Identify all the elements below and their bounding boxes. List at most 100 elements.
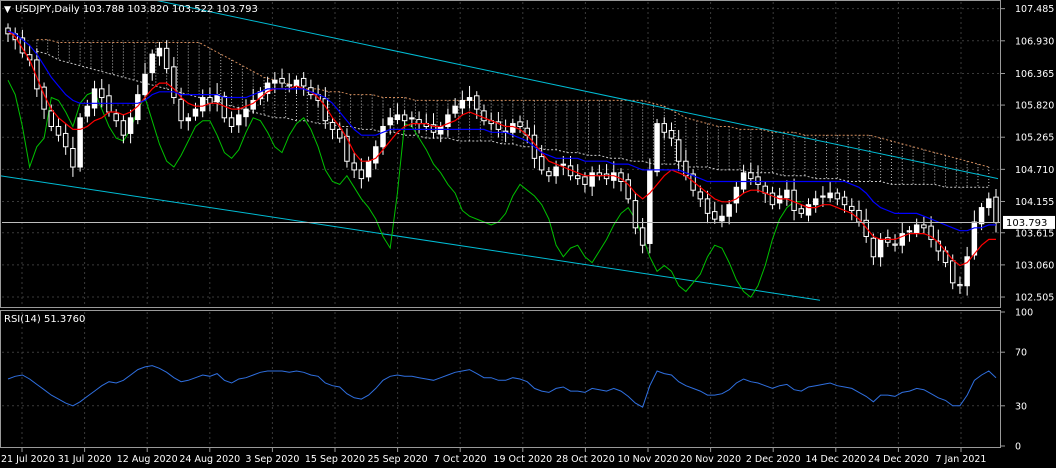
price-tick-label: 106.930 — [1015, 36, 1054, 47]
candle-body — [582, 176, 588, 185]
time-tick-label: 21 Jul 2020 — [1, 454, 55, 465]
candle-body — [921, 224, 927, 229]
candle-body — [99, 88, 105, 99]
candle-body — [906, 230, 913, 233]
candle-body — [957, 284, 963, 287]
candle-body — [589, 172, 595, 187]
candle-body — [373, 146, 379, 164]
candle-body — [459, 99, 466, 109]
candle-body — [719, 215, 725, 222]
candle-body — [401, 114, 408, 122]
candle-body — [538, 156, 545, 171]
time-tick-label: 31 Jul 2020 — [58, 454, 112, 465]
candle-body — [546, 171, 552, 177]
candle-body — [978, 207, 985, 225]
rsi-tick-label: 70 — [1015, 348, 1027, 359]
candle-body — [149, 53, 155, 74]
candle-body — [192, 108, 199, 117]
time-tick-label: 24 Aug 2020 — [179, 454, 240, 465]
candle-body — [474, 95, 480, 110]
candle-body — [820, 195, 826, 198]
candle-body — [243, 108, 249, 118]
candle-body — [733, 186, 740, 204]
candle — [647, 158, 653, 254]
chart-canvas: 107.485 106.930 106.365 105.820 105.265 104.7… — [0, 0, 1056, 468]
candle-body — [394, 114, 401, 121]
candle-body — [70, 147, 76, 168]
price-tick-label: 103.060 — [1015, 260, 1054, 271]
candle-body — [120, 120, 127, 136]
chart-title: USDJPY,Daily 103.788 103.820 103.522 103… — [15, 4, 258, 15]
candle-body — [517, 121, 523, 127]
rsi-tick-label: 0 — [1015, 442, 1021, 453]
price-tick-label: 107.485 — [1015, 4, 1054, 15]
candle-body — [892, 243, 898, 246]
price-tick-label: 103.615 — [1015, 228, 1054, 239]
candle-body — [466, 97, 473, 101]
candle-body — [293, 79, 300, 87]
candle-body — [358, 169, 365, 180]
candle-body — [163, 47, 170, 70]
time-tick-label: 2 Dec 2020 — [746, 454, 801, 465]
candle-body — [913, 224, 920, 233]
candle-body — [77, 117, 83, 168]
time-tick-label: 15 Sep 2020 — [305, 454, 365, 465]
time-tick-label: 24 Dec 2020 — [868, 454, 929, 465]
candle — [77, 113, 83, 172]
candle-body — [639, 227, 646, 246]
candle-body — [726, 204, 732, 217]
candle-body — [798, 208, 805, 214]
price-tick-label: 102.505 — [1015, 293, 1054, 304]
candle-body — [437, 125, 444, 135]
candle-body — [510, 123, 516, 133]
candle-body — [949, 260, 956, 284]
candle-body — [416, 119, 422, 125]
candle-body — [675, 139, 682, 162]
price-tick-label: 105.820 — [1015, 101, 1054, 112]
time-tick-label: 12 Aug 2020 — [117, 454, 178, 465]
candle-body — [62, 132, 69, 148]
price-tick-label: 104.155 — [1015, 197, 1054, 208]
symbol-header: ▼ USDJPY,Daily 103.788 103.820 103.522 1… — [4, 4, 258, 15]
candle-body — [791, 189, 797, 211]
candle-body — [849, 205, 855, 211]
time-tick-label: 28 Oct 2020 — [556, 454, 615, 465]
candle-body — [380, 125, 386, 148]
candle-body — [279, 77, 285, 84]
candle-body — [452, 105, 458, 114]
candle-body — [481, 110, 487, 122]
candle-body — [387, 117, 393, 126]
candle-body — [834, 192, 841, 200]
time-tick-label: 3 Sep 2020 — [245, 454, 299, 465]
candle — [654, 118, 660, 177]
candle-body — [113, 113, 119, 122]
price-tick-label: 104.710 — [1015, 165, 1054, 176]
rsi-tick-label: 100 — [1015, 308, 1033, 319]
candle-body — [127, 117, 134, 134]
candle-body — [827, 192, 833, 199]
candle-body — [993, 196, 999, 224]
candle-body — [84, 105, 91, 117]
candle-body — [712, 211, 718, 220]
time-tick-label: 7 Oct 2020 — [434, 454, 487, 465]
candle-body — [661, 123, 667, 133]
candle-body — [647, 169, 653, 244]
candle-body — [48, 110, 55, 127]
candle-body — [870, 237, 877, 258]
rsi-label: RSI(14) 51.3760 — [4, 314, 85, 325]
candle-body — [805, 204, 812, 216]
candle-body — [91, 88, 98, 109]
candle-body — [784, 189, 790, 199]
price-tick-label: 106.365 — [1015, 69, 1054, 80]
candle-body — [748, 172, 754, 180]
candle-body — [228, 117, 235, 127]
candle-body — [704, 198, 711, 214]
candle-body — [337, 128, 343, 139]
last-price-tag: 103.793 — [1003, 215, 1055, 229]
candle-body — [185, 117, 192, 122]
rsi-tick-label: 30 — [1015, 401, 1027, 412]
candle-body — [812, 198, 819, 206]
candle-body — [365, 160, 372, 178]
time-tick-label: 14 Dec 2020 — [805, 454, 866, 465]
candle-body — [654, 123, 660, 173]
